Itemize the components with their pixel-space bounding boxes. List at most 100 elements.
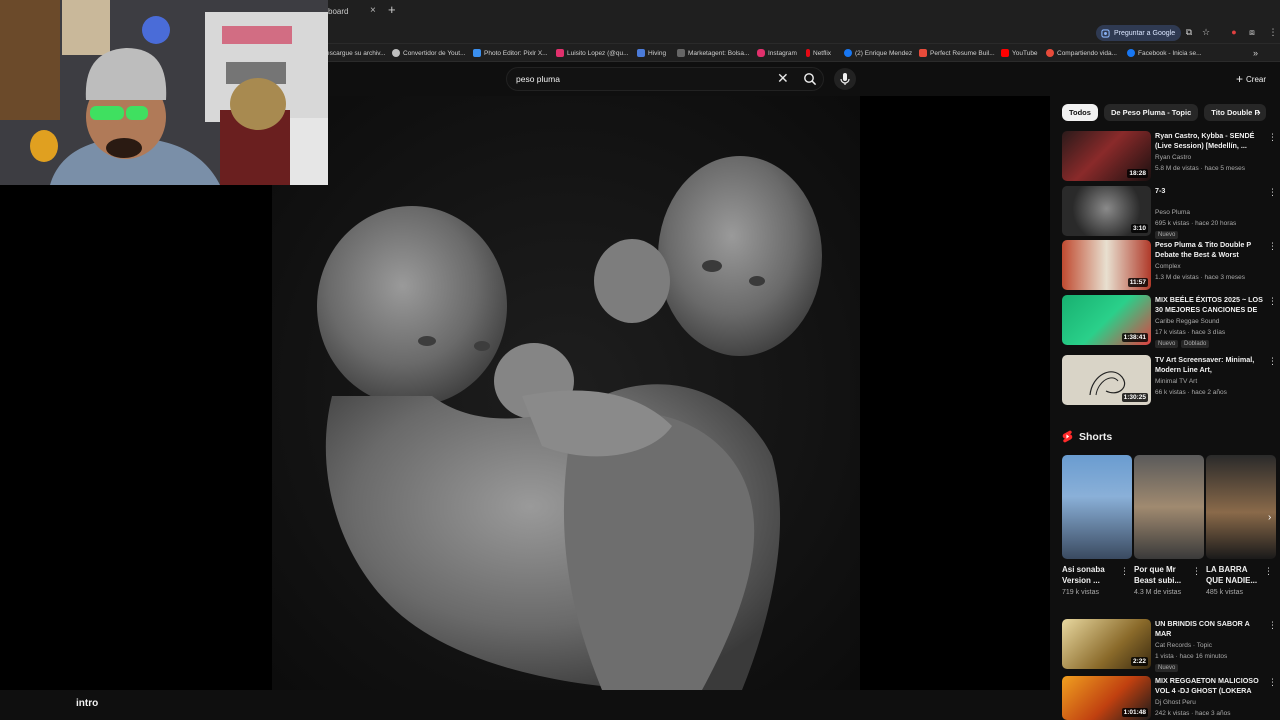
related-video-item[interactable]: 2:22 UN BRINDIS CON SABOR A MAR Cat Reco… (1062, 619, 1277, 672)
related-video-item[interactable]: 3:10 7-3 Peso Pluma 695 k vistas · hace … (1062, 186, 1277, 239)
video-meta: 66 k vistas · hace 2 años (1155, 389, 1227, 396)
video-item-title[interactable]: Peso Pluma & Tito Double P Debate the Be… (1155, 240, 1263, 260)
related-video-item[interactable]: 1:30:25 TV Art Screensaver: Minimal, Mod… (1062, 355, 1277, 407)
shorts-title: Shorts (1079, 430, 1113, 443)
more-bookmarks-icon[interactable]: » (1253, 47, 1258, 59)
bookmark-label: Luisito Lopez (@qu... (567, 49, 629, 57)
short-options-icon[interactable]: ⋮ (1192, 566, 1201, 577)
bookmark-label: Marketagent: Bolsa... (688, 49, 750, 57)
bookmark-item[interactable]: Perfect Resume Buil... (919, 47, 995, 59)
extension-icon[interactable]: ● (1229, 27, 1239, 37)
bookmark-favicon-icon (637, 49, 645, 57)
short-title[interactable]: Asi sonaba Version ... (1062, 564, 1118, 586)
short-title[interactable]: Por que Mr Beast subi... (1134, 564, 1190, 586)
video-options-icon[interactable]: ⋮ (1268, 132, 1277, 143)
short-options-icon[interactable]: ⋮ (1264, 566, 1273, 577)
short-thumbnail[interactable] (1134, 455, 1204, 559)
search-box[interactable]: peso pluma ✕ (506, 67, 824, 91)
video-frame[interactable] (272, 96, 860, 690)
bookmark-item[interactable]: Instagram (757, 47, 797, 59)
video-thumbnail[interactable]: 2:22 (1062, 619, 1151, 669)
related-video-item[interactable]: 1:01:48 MIX REGGAETON MALICIOSO VOL 4 -D… (1062, 676, 1277, 720)
video-meta: 695 k vistas · hace 20 horas (1155, 220, 1237, 227)
short-thumbnail[interactable] (1062, 455, 1132, 559)
video-channel-name[interactable]: Ryan Castro (1155, 154, 1191, 161)
bookmark-favicon-icon (919, 49, 927, 57)
short-item[interactable]: Asi sonaba Version ... 719 k vistas ⋮ (1062, 455, 1132, 600)
bookmark-item[interactable]: Convertidor de Yout... (392, 47, 466, 59)
short-thumbnail[interactable] (1206, 455, 1276, 559)
short-views: 485 k vistas (1206, 589, 1243, 596)
shorts-next-arrow-icon[interactable]: › (1268, 512, 1271, 523)
video-options-icon[interactable]: ⋮ (1268, 241, 1277, 252)
video-options-icon[interactable]: ⋮ (1268, 677, 1277, 688)
video-options-icon[interactable]: ⋮ (1268, 356, 1277, 367)
chips-next-arrow-icon[interactable]: › (1257, 107, 1261, 119)
search-icon[interactable] (803, 72, 817, 86)
related-video-item[interactable]: 1:38:41 MIX BEÉLE ÉXITOS 2025 ~ LOS 30 M… (1062, 295, 1277, 348)
create-button[interactable]: + Crear (1232, 70, 1270, 88)
video-channel-name[interactable]: Dj Ghost Peru (1155, 699, 1196, 706)
video-item-title[interactable]: TV Art Screensaver: Minimal, Modern Line… (1155, 355, 1263, 375)
video-meta: 1 vista · hace 16 minutos (1155, 653, 1228, 660)
video-item-title[interactable]: MIX REGGAETON MALICIOSO VOL 4 -DJ GHOST … (1155, 676, 1263, 696)
video-thumbnail[interactable]: 3:10 (1062, 186, 1151, 236)
video-options-icon[interactable]: ⋮ (1268, 620, 1277, 631)
video-channel-name[interactable]: Complex (1155, 263, 1181, 270)
video-item-title[interactable]: MIX BEÉLE ÉXITOS 2025 ~ LOS 30 MEJORES C… (1155, 295, 1263, 315)
video-thumbnail[interactable]: 1:01:48 (1062, 676, 1151, 720)
bookmark-favicon-icon (806, 49, 810, 57)
video-channel-name[interactable]: Peso Pluma (1155, 209, 1190, 216)
bookmark-label: Facebook - Inicia se... (1138, 49, 1202, 57)
bookmark-label: Compartiendo vida... (1057, 49, 1117, 57)
sculpture-artwork (272, 96, 860, 690)
video-thumbnail[interactable]: 11:57 (1062, 240, 1151, 290)
bookmark-item[interactable]: Compartiendo vida... (1046, 47, 1117, 59)
bookmark-item[interactable]: escargue su archiv... (326, 47, 386, 59)
browser-menu-icon[interactable]: ⋮ (1268, 27, 1278, 37)
bookmark-item[interactable]: YouTube (1001, 47, 1038, 59)
video-options-icon[interactable]: ⋮ (1268, 187, 1277, 198)
video-channel-name[interactable]: Cat Records · Topic (1155, 642, 1212, 649)
short-item[interactable]: LA BARRA QUE NADIE... 485 k vistas ⋮ (1206, 455, 1276, 600)
video-thumbnail[interactable]: 18:28 (1062, 131, 1151, 181)
video-options-icon[interactable]: ⋮ (1268, 296, 1277, 307)
video-channel-name[interactable]: Caribe Reggae Sound (1155, 318, 1219, 325)
short-views: 4.3 M de vistas (1134, 589, 1182, 596)
short-options-icon[interactable]: ⋮ (1120, 566, 1129, 577)
bookmark-item[interactable]: Netflix (806, 47, 831, 59)
bookmark-item[interactable]: Luisito Lopez (@qu... (556, 47, 629, 59)
search-input[interactable]: peso pluma (516, 74, 560, 84)
ask-google-button[interactable]: Preguntar a Google (1096, 25, 1182, 41)
video-channel-name[interactable]: Minimal TV Art (1155, 378, 1197, 385)
bookmark-item[interactable]: Photo Editor: Pixlr X... (473, 47, 548, 59)
video-thumbnail[interactable]: 1:30:25 (1062, 355, 1151, 405)
tab-close-icon[interactable]: × (370, 5, 376, 16)
install-app-icon[interactable]: ⧉ (1184, 27, 1194, 37)
video-duration: 18:28 (1127, 169, 1148, 178)
voice-search-button[interactable] (834, 68, 856, 90)
bookmark-label: Instagram (768, 49, 797, 57)
video-meta: 242 k vistas · hace 3 años (1155, 710, 1231, 717)
video-thumbnail[interactable]: 1:38:41 (1062, 295, 1151, 345)
bookmark-item[interactable]: (2) Enrique Mendez (844, 47, 912, 59)
webcam-overlay (0, 0, 328, 185)
bookmark-star-icon[interactable]: ☆ (1201, 27, 1211, 37)
chip-todos[interactable]: Todos (1062, 104, 1098, 121)
related-video-item[interactable]: 18:28 Ryan Castro, Kybba - SENDÉ (Live S… (1062, 131, 1277, 183)
short-title[interactable]: LA BARRA QUE NADIE... (1206, 564, 1262, 586)
video-item-title[interactable]: UN BRINDIS CON SABOR A MAR (1155, 619, 1263, 639)
new-tab-button[interactable]: + (388, 2, 396, 17)
bookmark-item[interactable]: Hiving (637, 47, 666, 59)
video-item-title[interactable]: Ryan Castro, Kybba - SENDÉ (Live Session… (1155, 131, 1263, 151)
extensions-puzzle-icon[interactable]: ⧈ (1247, 27, 1257, 37)
video-item-title[interactable]: 7-3 (1155, 186, 1263, 196)
tab-title: board (328, 7, 349, 16)
bookmark-item[interactable]: Marketagent: Bolsa... (677, 47, 749, 59)
bookmark-label: escargue su archiv... (326, 49, 386, 57)
short-item[interactable]: Por que Mr Beast subi... 4.3 M de vistas… (1134, 455, 1204, 600)
clear-search-icon[interactable]: ✕ (777, 70, 789, 87)
chip-peso-pluma-topic[interactable]: De Peso Pluma - Topic (1103, 104, 1199, 121)
related-video-item[interactable]: 11:57 Peso Pluma & Tito Double P Debate … (1062, 240, 1277, 292)
bookmark-item[interactable]: Facebook - Inicia se... (1127, 47, 1202, 59)
